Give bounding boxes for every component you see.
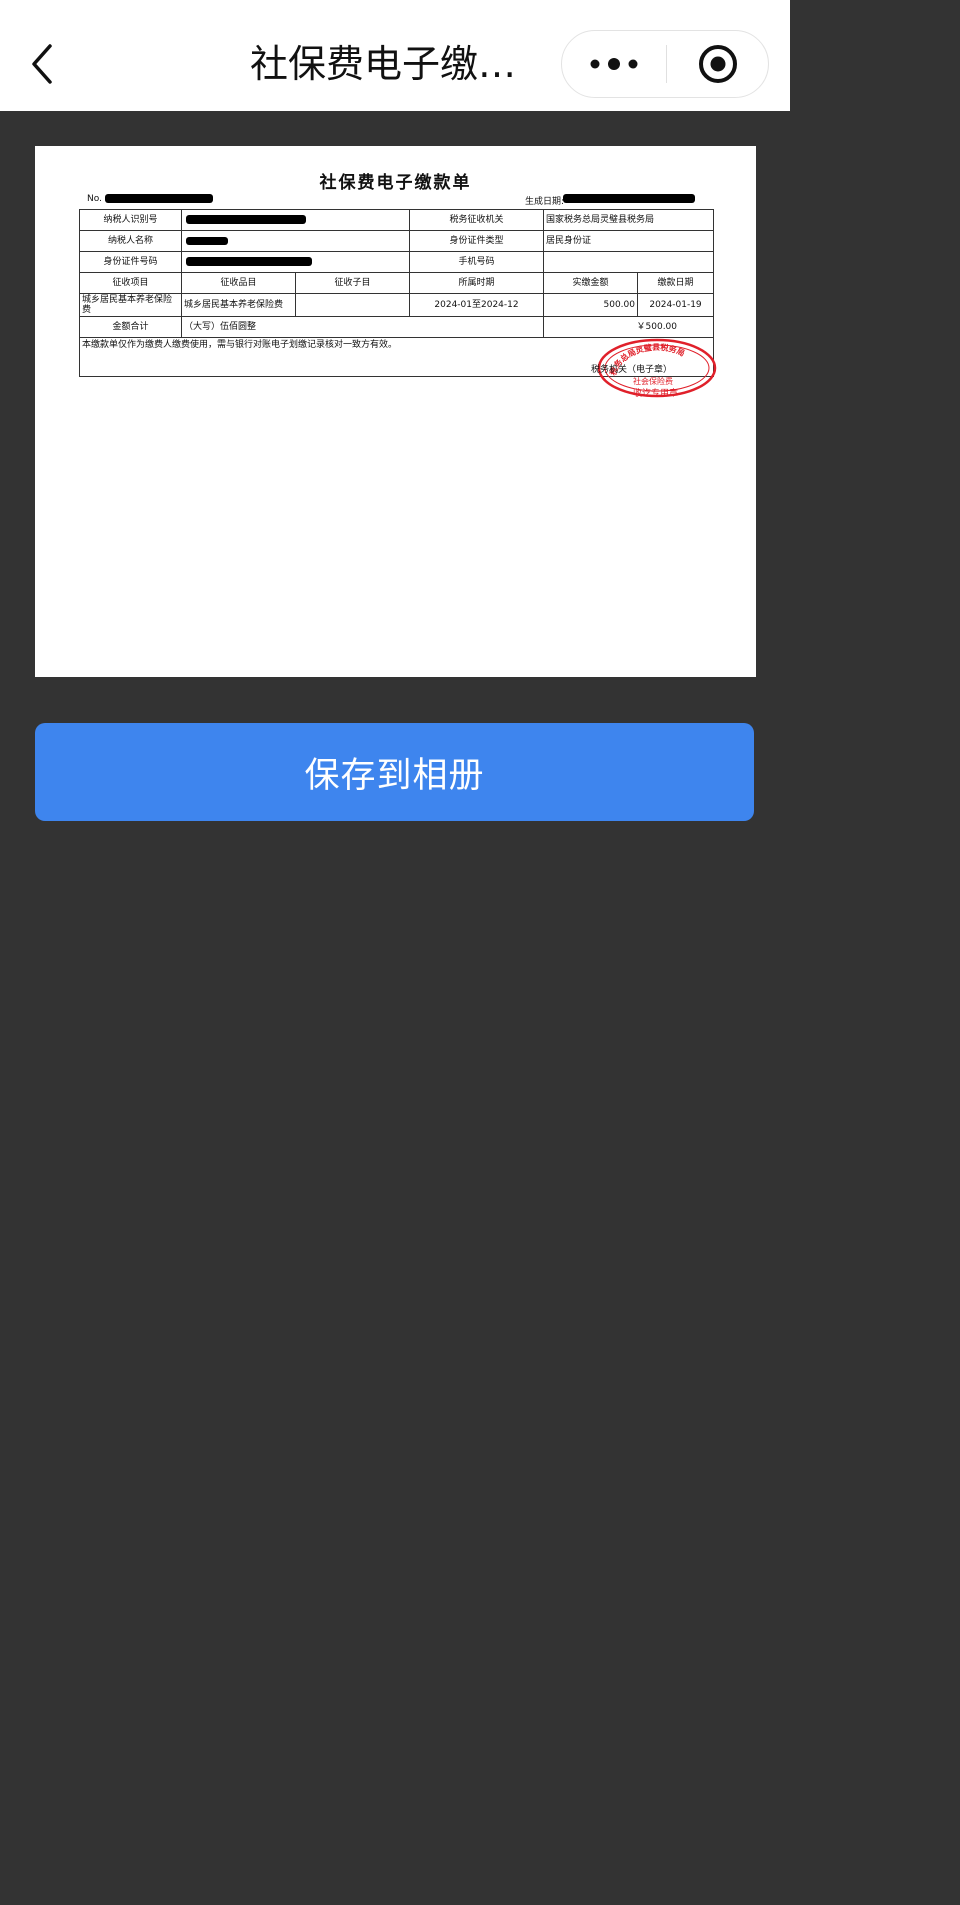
page-title: 社保费电子缴… (250, 42, 517, 86)
id-number-label: 身份证件号码 (79, 251, 182, 273)
redacted-id-number (186, 257, 312, 266)
redacted-taxpayer-name (186, 237, 228, 245)
tax-office-label: 税务征收机关 (409, 209, 544, 231)
redacted-taxpayer-id (186, 215, 306, 224)
total-words: （大写）伍佰圆整 (181, 316, 544, 338)
id-type-label: 身份证件类型 (409, 230, 544, 252)
col-header-date: 缴款日期 (636, 272, 715, 294)
more-dots-icon (590, 58, 638, 70)
close-button[interactable] (667, 31, 769, 97)
save-to-album-button[interactable]: 保存到相册 (35, 723, 754, 821)
nav-bar: 社保费电子缴… (0, 0, 790, 111)
stamp-label: 税务机关（电子章） (591, 365, 673, 375)
col-header-sub: 征收子目 (295, 272, 410, 294)
receipt-title: 社保费电子缴款单 (319, 173, 472, 193)
redacted-receipt-number (105, 194, 213, 203)
item-sub (295, 293, 410, 317)
id-number-value (181, 251, 410, 273)
receipt-date-label: 生成日期: (525, 197, 565, 207)
col-header-amount: 实缴金额 (543, 272, 638, 294)
phone-value (542, 251, 715, 273)
capsule-menu (561, 30, 769, 98)
phone-label: 手机号码 (409, 251, 544, 273)
receipt-image: 社保费电子缴款单 No. 生成日期: 纳税人识别号 税务征收机关 国家税务总局灵… (35, 146, 756, 677)
taxpayer-name-value (181, 230, 410, 252)
id-type-value: 居民身份证 (542, 230, 715, 252)
taxpayer-id-value (181, 209, 410, 231)
taxpayer-name-label: 纳税人名称 (79, 230, 182, 252)
item-amount: 500.00 (543, 293, 638, 317)
seal-text-bottom: 收讫专用章 (633, 389, 679, 399)
item-project: 城乡居民基本养老保险费 (79, 293, 182, 317)
target-circle-icon (699, 45, 737, 83)
more-button[interactable] (562, 31, 666, 97)
taxpayer-id-label: 纳税人识别号 (79, 209, 182, 231)
item-category: 城乡居民基本养老保险费 (181, 293, 296, 317)
redacted-date (563, 194, 695, 203)
col-header-period: 所属时期 (409, 272, 544, 294)
receipt-number-label: No. (87, 194, 102, 204)
col-header-project: 征收项目 (79, 272, 182, 294)
item-date: 2024-01-19 (636, 293, 715, 317)
tax-office-value: 国家税务总局灵璧县税务局 (542, 209, 715, 231)
total-label: 金额合计 (79, 316, 182, 338)
back-button[interactable] (22, 36, 66, 92)
chevron-left-icon (32, 44, 52, 84)
col-header-category: 征收品目 (181, 272, 296, 294)
item-period: 2024-01至2024-12 (409, 293, 544, 317)
